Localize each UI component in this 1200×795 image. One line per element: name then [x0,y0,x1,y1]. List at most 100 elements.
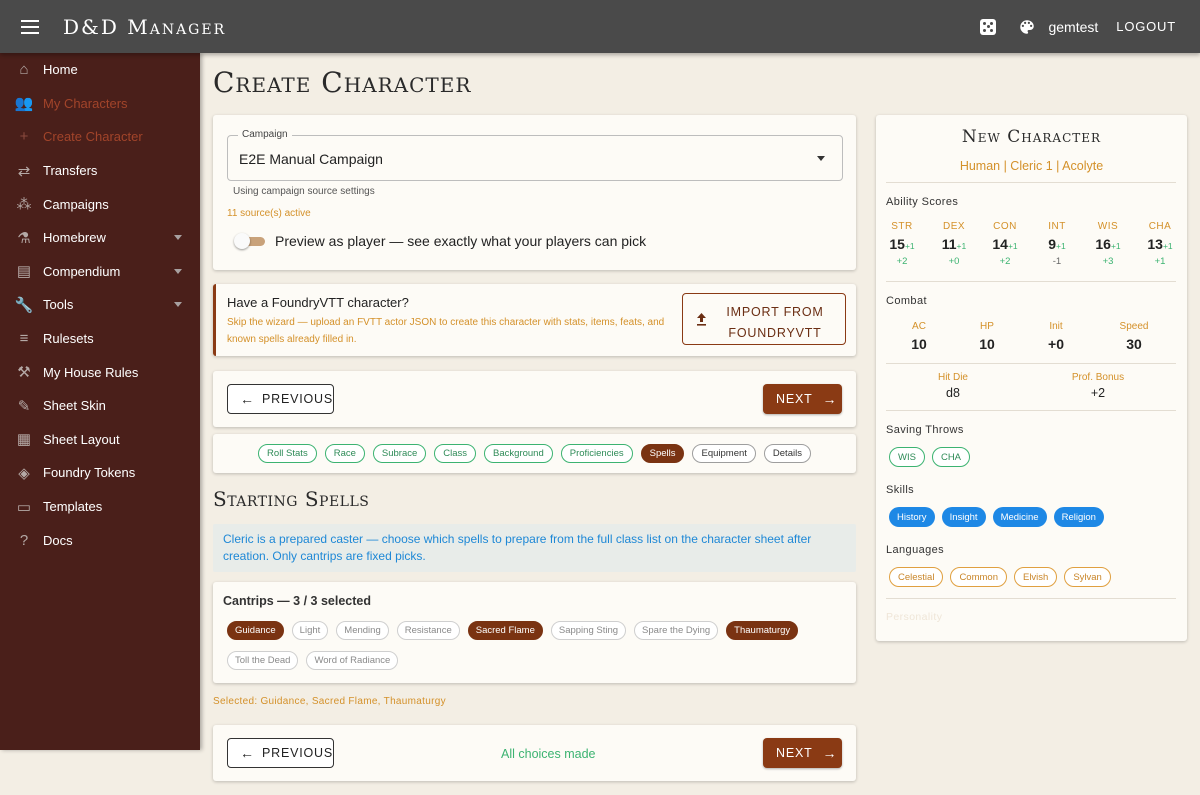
campaign-help-text: Using campaign source settings [233,186,375,197]
previous-button[interactable]: ← PREVIOUS [227,738,334,768]
sidebar-item-label: Rulesets [43,331,94,347]
proficiency-bonus: Prof. Bonus +2 [1071,372,1125,400]
hit-die: Hit Die d8 [937,372,968,400]
ability-int: INT 9+1 -1 [1048,221,1066,267]
sidebar-item-label: Templates [43,499,103,515]
section-title-starting-spells: Starting Spells [213,487,370,511]
step-race[interactable]: Race [324,444,365,463]
step-roll-stats[interactable]: Roll Stats [258,444,317,463]
step-proficiencies[interactable]: Proficiencies [560,444,633,463]
sidebar-item-tools[interactable]: 🔧 Tools [0,288,200,322]
cantrip-picker: Cantrips — 3 / 3 selected Guidance Light… [213,582,856,683]
cantrip-chip[interactable]: Toll the Dead [227,651,299,670]
sidebar-item-house-rules[interactable]: ⚒ My House Rules [0,355,200,389]
chevron-down-icon [174,302,182,308]
sidebar-item-rulesets[interactable]: ≡ Rulesets [0,322,200,356]
languages: Celestial Common Elvish Sylvan [889,567,1111,587]
app-title[interactable]: D&D Manager [63,15,226,39]
cantrip-row: Guidance Light Mending Resistance Sacred… [227,621,799,640]
help-icon: ? [19,531,29,549]
sidebar-item-sheet-layout[interactable]: ▦ Sheet Layout [0,423,200,457]
wrench-icon: 🔧 [14,296,34,314]
foundry-title: Have a FoundryVTT character? [227,295,409,310]
language-chip: Common [950,567,1007,587]
menu-icon[interactable] [21,19,39,34]
skill-chip: History [889,507,935,527]
cantrip-chip[interactable]: Guidance [227,621,284,640]
sidebar-item-create-character[interactable]: + Create Character [0,120,200,154]
sidebar-item-my-characters[interactable]: 👥 My Characters [0,87,200,121]
home-icon: ⌂ [19,61,29,79]
step-spells[interactable]: Spells [640,444,685,463]
arrow-right-icon: → [822,745,837,761]
sidebar-item-transfers[interactable]: ⇄ Transfers [0,154,200,188]
skill-chip: Religion [1053,507,1104,527]
sidebar-item-label: Sheet Skin [43,398,106,414]
step-class[interactable]: Class [434,444,477,463]
groups-icon: ⁂ [16,196,32,214]
divider [886,363,1176,364]
cantrip-chip[interactable]: Spare the Dying [634,621,719,640]
divider [886,410,1176,411]
people-icon: 👥 [14,95,34,113]
sidebar-item-label: Transfers [43,163,98,179]
cantrip-chip[interactable]: Sacred Flame [467,621,543,640]
combat-ac: AC 10 [911,321,927,352]
sidebar-item-homebrew[interactable]: ⚗ Homebrew [0,221,200,255]
ability-wis: WIS 16+1 +3 [1095,221,1121,267]
language-chip: Sylvan [1064,567,1111,587]
campaign-select-label: Campaign [238,129,292,140]
save-chip: CHA [931,447,971,467]
status-all-choices-made: All choices made [501,747,596,761]
campaign-select[interactable]: Campaign E2E Manual Campaign [227,129,843,181]
sidebar-item-foundry-tokens[interactable]: ◈ Foundry Tokens [0,456,200,490]
sidebar-item-home[interactable]: ⌂ Home [0,53,200,87]
import-foundry-button[interactable]: IMPORT FROM FOUNDRYVTT [682,293,846,345]
source-count: 11 source(s) active [227,208,311,219]
sidebar-item-docs[interactable]: ? Docs [0,523,200,557]
sidebar: ⌂ Home 👥 My Characters + Create Character ⇄… [0,53,200,750]
skills: History Insight Medicine Religion [889,507,1104,527]
cantrip-chip[interactable]: Sapping Sting [550,621,627,640]
step-details[interactable]: Details [763,444,811,463]
sidebar-item-campaigns[interactable]: ⁂ Campaigns [0,187,200,221]
cantrip-chip[interactable]: Word of Radiance [306,651,399,670]
arrow-right-icon: → [822,391,837,407]
next-button[interactable]: NEXT → [763,738,842,768]
divider [886,281,1176,282]
sidebar-item-label: Foundry Tokens [43,465,136,481]
character-summary-panel: New Character Human | Cleric 1 | Acolyte… [876,115,1187,641]
step-equipment[interactable]: Equipment [692,444,756,463]
app-bar: D&D Manager gemtest LOGOUT [0,0,1200,53]
cantrip-chip[interactable]: Mending [336,621,389,640]
sidebar-item-templates[interactable]: ▭ Templates [0,490,200,524]
campaign-card: Campaign E2E Manual Campaign Using campa… [213,115,856,270]
combat-speed: Speed 30 [1119,321,1149,352]
sidebar-item-label: Sheet Layout [43,431,120,447]
next-label: NEXT [776,746,813,760]
prepared-caster-info: Cleric is a prepared caster — choose whi… [213,524,856,572]
save-chip: WIS [889,447,925,467]
palette-icon[interactable] [1018,18,1036,36]
next-label: NEXT [776,392,813,406]
cantrip-chip[interactable]: Light [291,621,329,640]
dice-icon[interactable] [980,18,997,35]
step-background[interactable]: Background [484,444,553,463]
next-button[interactable]: NEXT → [763,384,842,414]
previous-button[interactable]: ← PREVIOUS [227,384,334,414]
chevron-down-icon [174,268,182,274]
flask-icon: ⚗ [17,229,31,247]
cantrip-chip[interactable]: Thaumaturgy [726,621,799,640]
sidebar-item-compendium[interactable]: ▤ Compendium [0,255,200,289]
logout-button[interactable]: LOGOUT [1116,19,1176,34]
character-subtitle: Human | Cleric 1 | Acolyte [959,159,1104,173]
sidebar-item-sheet-skin[interactable]: ✎ Sheet Skin [0,389,200,423]
step-subrace[interactable]: Subrace [372,444,427,463]
cantrip-row: Toll the Dead Word of Radiance [227,651,399,670]
rules-icon: ≡ [19,330,29,348]
wizard-steps: Roll Stats Race Subrace Class Background… [213,434,856,473]
preview-as-player-toggle[interactable] [234,233,266,249]
brush-icon: ✎ [17,397,31,415]
cantrip-chip[interactable]: Resistance [396,621,460,640]
plus-icon: + [19,128,29,146]
